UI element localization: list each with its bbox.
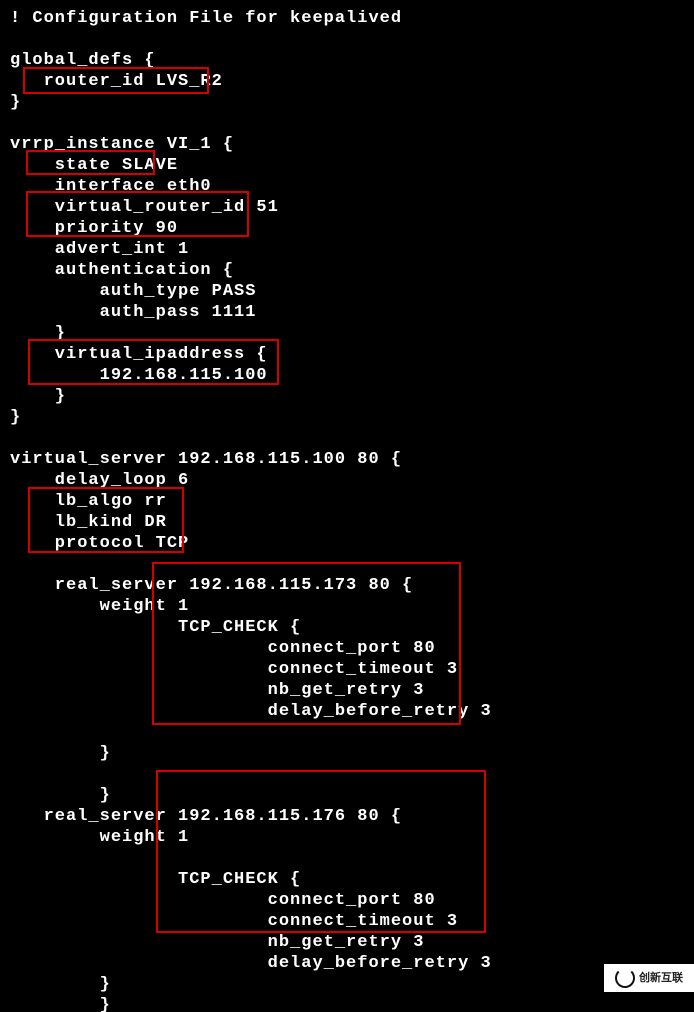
config-line: nb_get_retry 3 [10, 680, 684, 701]
config-line: } [10, 974, 684, 995]
config-line: } [10, 995, 684, 1012]
config-line: TCP_CHECK { [10, 869, 684, 890]
config-line: auth_pass 1111 [10, 302, 684, 323]
config-line: lb_kind DR [10, 512, 684, 533]
config-line: connect_port 80 [10, 638, 684, 659]
config-line: router_id LVS_R2 [10, 71, 684, 92]
config-line: real_server 192.168.115.176 80 { [10, 806, 684, 827]
config-line: } [10, 785, 684, 806]
config-line: protocol TCP [10, 533, 684, 554]
config-line: virtual_ipaddress { [10, 344, 684, 365]
config-line: connect_timeout 3 [10, 911, 684, 932]
config-line: advert_int 1 [10, 239, 684, 260]
config-line: virtual_server 192.168.115.100 80 { [10, 449, 684, 470]
watermark-text: 创新互联 [639, 968, 683, 989]
config-line: vrrp_instance VI_1 { [10, 134, 684, 155]
logo-icon [615, 968, 635, 988]
config-line [10, 113, 684, 134]
config-line: state SLAVE [10, 155, 684, 176]
config-line: } [10, 92, 684, 113]
config-line: delay_before_retry 3 [10, 701, 684, 722]
config-line: connect_port 80 [10, 890, 684, 911]
config-line [10, 722, 684, 743]
config-line: delay_before_retry 3 [10, 953, 684, 974]
config-line: weight 1 [10, 827, 684, 848]
config-line: real_server 192.168.115.173 80 { [10, 575, 684, 596]
config-line [10, 29, 684, 50]
config-line: ! Configuration File for keepalived [10, 8, 684, 29]
config-line: priority 90 [10, 218, 684, 239]
config-line [10, 428, 684, 449]
config-line [10, 554, 684, 575]
config-line: nb_get_retry 3 [10, 932, 684, 953]
config-line: connect_timeout 3 [10, 659, 684, 680]
config-line: delay_loop 6 [10, 470, 684, 491]
config-line: weight 1 [10, 596, 684, 617]
watermark-logo: 创新互联 [604, 964, 694, 992]
config-line [10, 848, 684, 869]
config-line: } [10, 743, 684, 764]
config-line: lb_algo rr [10, 491, 684, 512]
config-line: TCP_CHECK { [10, 617, 684, 638]
config-line: } [10, 323, 684, 344]
config-line: } [10, 407, 684, 428]
config-line: virtual_router_id 51 [10, 197, 684, 218]
config-line: auth_type PASS [10, 281, 684, 302]
config-line: } [10, 386, 684, 407]
config-line: 192.168.115.100 [10, 365, 684, 386]
config-line: authentication { [10, 260, 684, 281]
config-line: interface eth0 [10, 176, 684, 197]
config-line: global_defs { [10, 50, 684, 71]
config-line [10, 764, 684, 785]
